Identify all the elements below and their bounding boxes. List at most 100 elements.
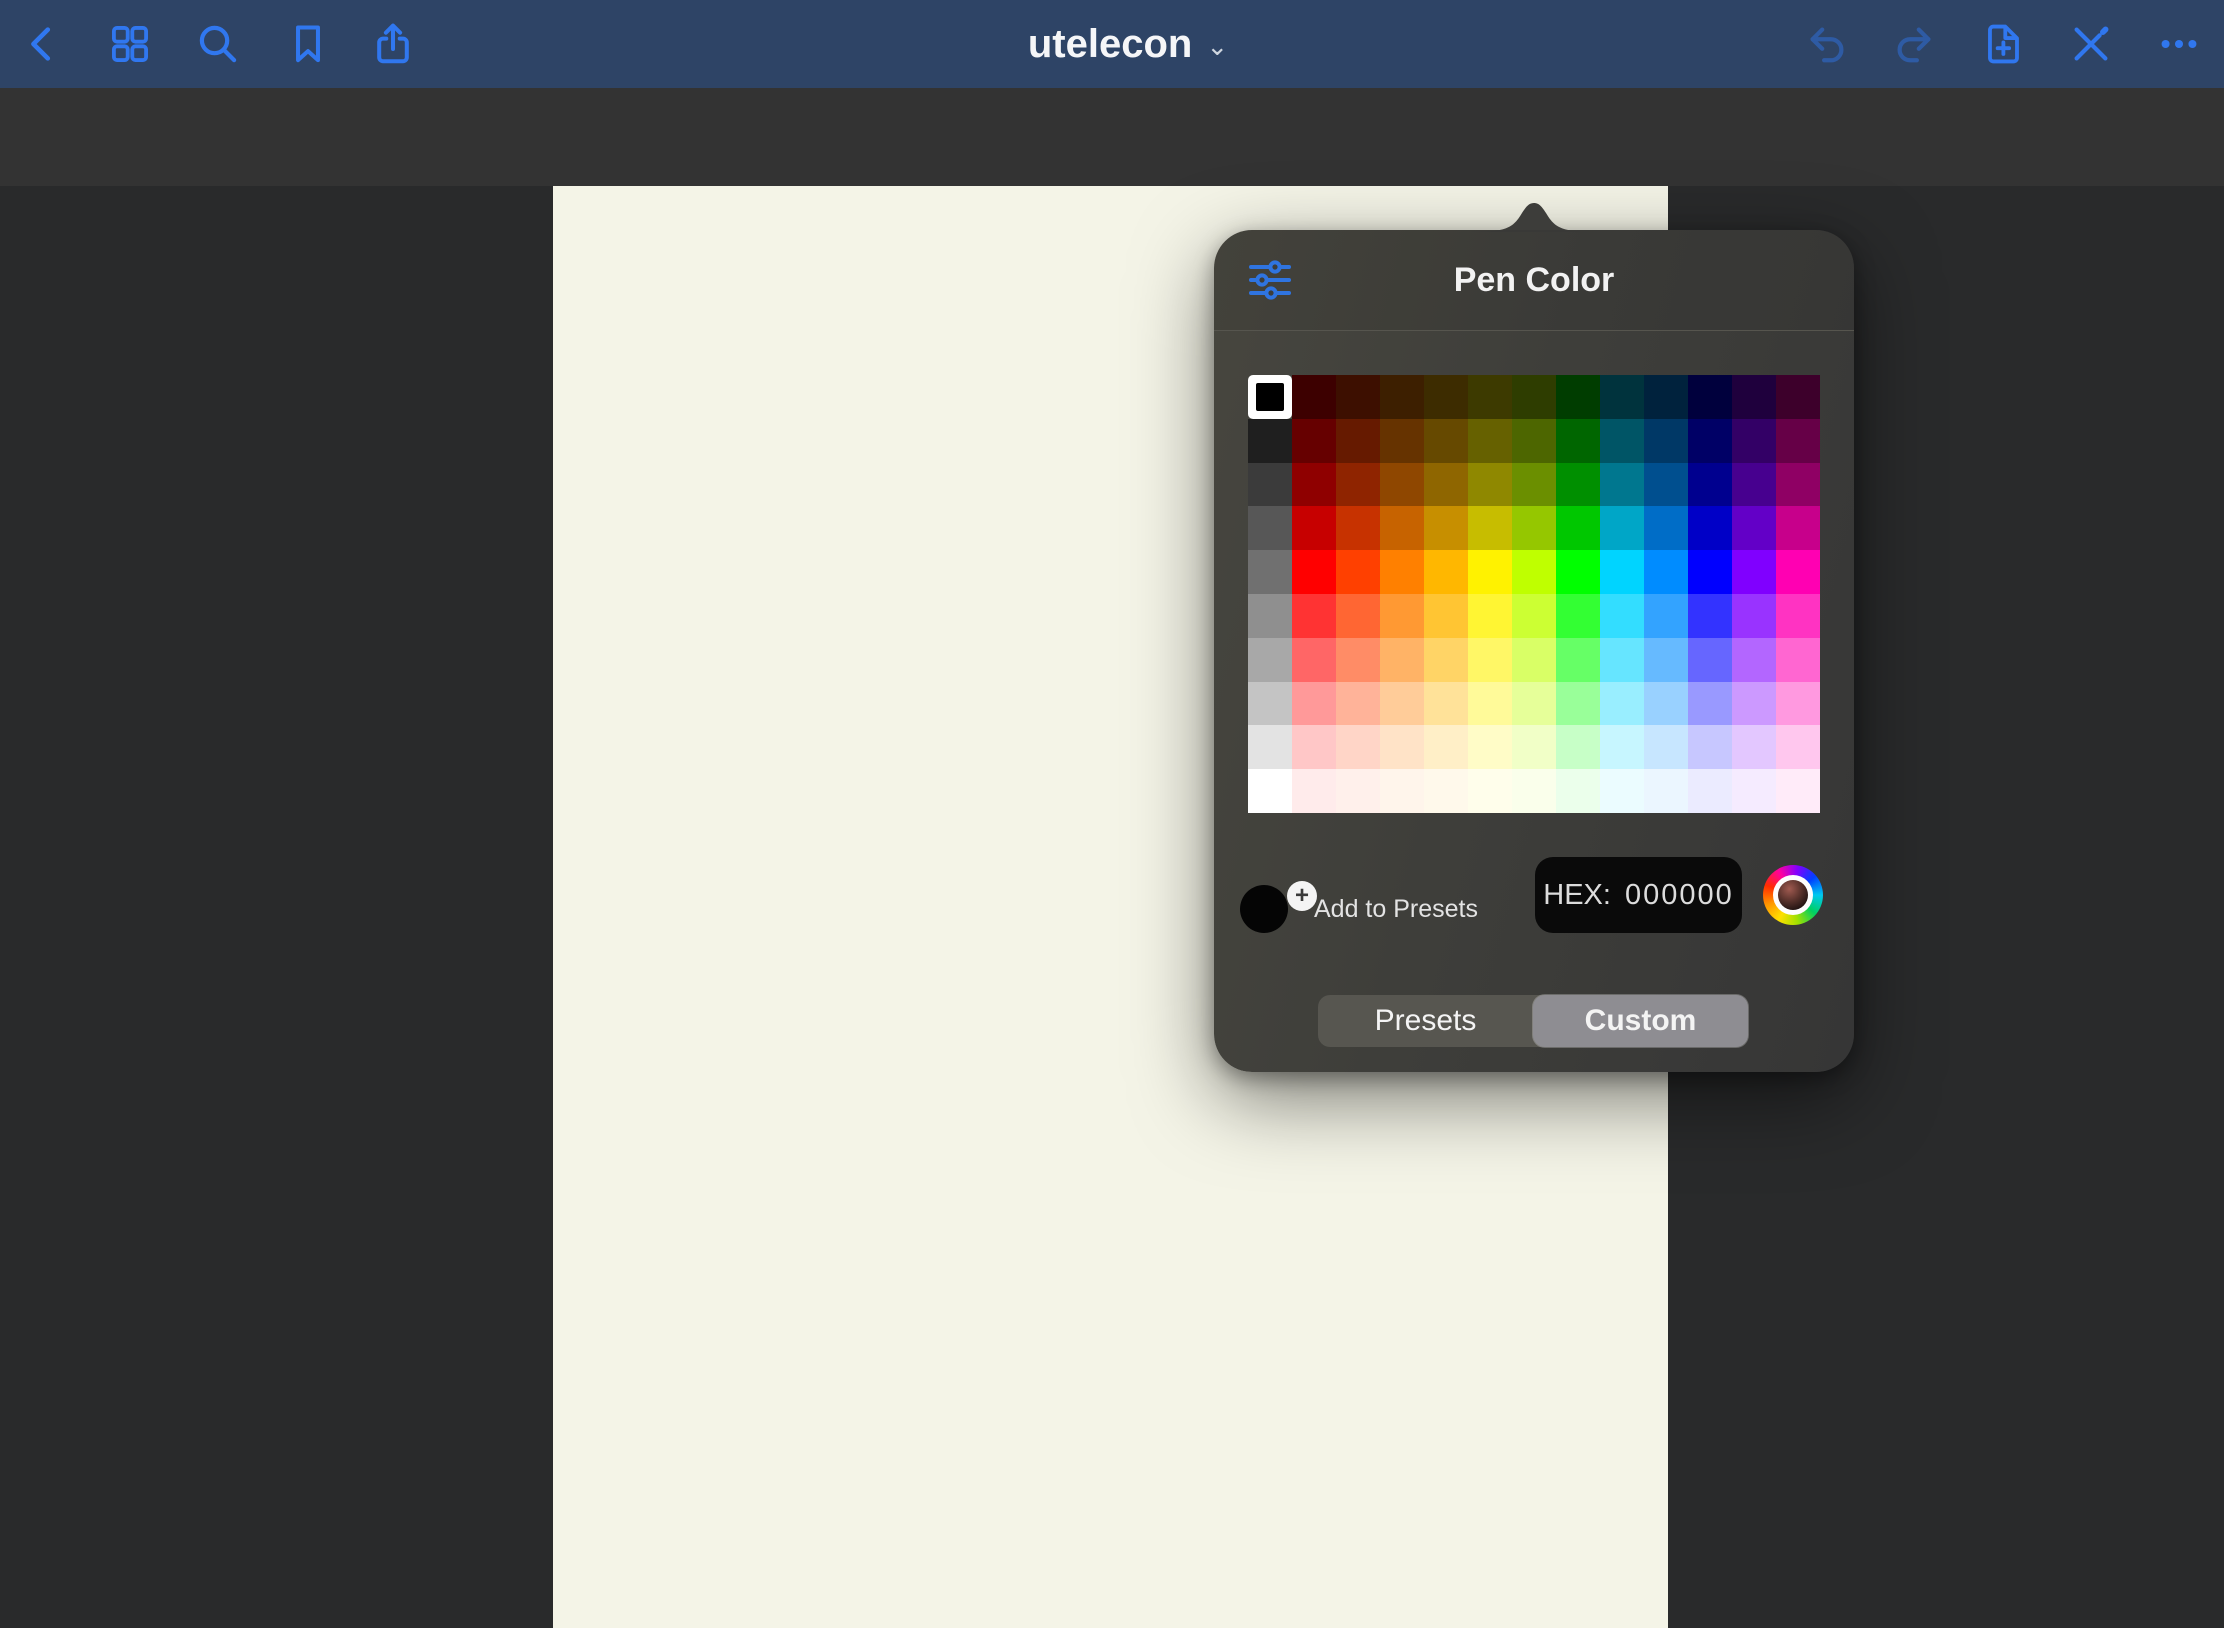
color-swatch[interactable]: [1556, 725, 1600, 769]
color-swatch[interactable]: [1424, 725, 1468, 769]
color-swatch[interactable]: [1424, 594, 1468, 638]
color-swatch[interactable]: [1600, 725, 1644, 769]
color-swatch[interactable]: [1600, 463, 1644, 507]
color-swatch[interactable]: [1512, 594, 1556, 638]
color-swatch[interactable]: [1600, 682, 1644, 726]
tab-presets[interactable]: Presets: [1318, 995, 1533, 1047]
color-swatch[interactable]: [1336, 769, 1380, 813]
color-swatch[interactable]: [1468, 550, 1512, 594]
color-swatch[interactable]: [1512, 463, 1556, 507]
color-swatch[interactable]: [1424, 506, 1468, 550]
color-swatch[interactable]: [1732, 375, 1776, 419]
color-swatch[interactable]: [1380, 682, 1424, 726]
color-swatch[interactable]: [1292, 594, 1336, 638]
color-swatch[interactable]: [1336, 550, 1380, 594]
color-swatch[interactable]: [1380, 506, 1424, 550]
color-swatch[interactable]: [1512, 725, 1556, 769]
color-swatch[interactable]: [1776, 419, 1820, 463]
undo-button[interactable]: [1804, 21, 1850, 67]
color-swatch[interactable]: [1556, 506, 1600, 550]
color-swatch[interactable]: [1688, 594, 1732, 638]
color-swatch[interactable]: [1292, 375, 1336, 419]
color-swatch[interactable]: [1468, 638, 1512, 682]
color-swatch[interactable]: [1468, 682, 1512, 726]
color-swatch[interactable]: [1732, 682, 1776, 726]
color-swatch[interactable]: [1424, 682, 1468, 726]
color-swatch[interactable]: [1644, 375, 1688, 419]
color-swatch[interactable]: [1556, 463, 1600, 507]
color-swatch[interactable]: [1248, 594, 1292, 638]
color-swatch[interactable]: [1776, 506, 1820, 550]
color-swatch[interactable]: [1380, 769, 1424, 813]
color-swatch[interactable]: [1556, 375, 1600, 419]
color-swatch[interactable]: [1468, 506, 1512, 550]
color-swatch[interactable]: [1292, 638, 1336, 682]
color-swatch[interactable]: [1512, 419, 1556, 463]
color-swatch[interactable]: [1556, 419, 1600, 463]
tab-custom[interactable]: Custom: [1533, 995, 1748, 1047]
color-swatch[interactable]: [1380, 419, 1424, 463]
color-swatch[interactable]: [1644, 682, 1688, 726]
color-swatch[interactable]: [1468, 375, 1512, 419]
color-swatch[interactable]: [1732, 419, 1776, 463]
color-swatch[interactable]: [1688, 682, 1732, 726]
stop-editing-button[interactable]: [2068, 21, 2114, 67]
search-button[interactable]: [195, 21, 241, 67]
color-swatch[interactable]: [1688, 463, 1732, 507]
color-swatch[interactable]: [1644, 550, 1688, 594]
color-swatch[interactable]: [1336, 463, 1380, 507]
color-swatch[interactable]: [1776, 769, 1820, 813]
bookmark-button[interactable]: [285, 21, 331, 67]
color-swatch[interactable]: [1336, 594, 1380, 638]
color-swatch[interactable]: [1644, 506, 1688, 550]
color-swatch[interactable]: [1776, 682, 1820, 726]
color-swatch[interactable]: [1556, 550, 1600, 594]
color-swatch[interactable]: [1600, 506, 1644, 550]
color-swatch[interactable]: [1336, 638, 1380, 682]
color-swatch[interactable]: [1248, 375, 1292, 419]
color-swatch[interactable]: [1556, 638, 1600, 682]
color-swatch[interactable]: [1556, 594, 1600, 638]
color-swatch[interactable]: [1644, 594, 1688, 638]
share-button[interactable]: [370, 21, 416, 67]
color-swatch[interactable]: [1688, 550, 1732, 594]
document-title-button[interactable]: utelecon ⌄: [1008, 0, 1248, 88]
color-swatch[interactable]: [1512, 682, 1556, 726]
hex-input[interactable]: HEX: 000000: [1535, 857, 1742, 933]
color-swatch[interactable]: [1776, 375, 1820, 419]
more-options-button[interactable]: [2156, 21, 2202, 67]
color-wheel-button[interactable]: [1763, 865, 1823, 925]
color-swatch[interactable]: [1380, 594, 1424, 638]
pen-settings-button[interactable]: [1244, 256, 1296, 304]
color-swatch[interactable]: [1688, 419, 1732, 463]
color-swatch[interactable]: [1468, 419, 1512, 463]
color-swatch[interactable]: [1336, 682, 1380, 726]
color-swatch[interactable]: [1556, 682, 1600, 726]
add-to-presets-label[interactable]: Add to Presets: [1314, 860, 1478, 958]
color-swatch[interactable]: [1248, 506, 1292, 550]
color-swatch[interactable]: [1336, 419, 1380, 463]
color-swatch[interactable]: [1776, 638, 1820, 682]
color-swatch[interactable]: [1292, 769, 1336, 813]
color-swatch[interactable]: [1644, 638, 1688, 682]
color-swatch[interactable]: [1600, 550, 1644, 594]
color-swatch[interactable]: [1468, 769, 1512, 813]
color-swatch[interactable]: [1512, 550, 1556, 594]
add-page-button[interactable]: [1980, 21, 2026, 67]
color-swatch[interactable]: [1424, 463, 1468, 507]
color-swatch[interactable]: [1336, 506, 1380, 550]
color-swatch[interactable]: [1468, 594, 1512, 638]
color-swatch[interactable]: [1732, 725, 1776, 769]
color-swatch[interactable]: [1688, 725, 1732, 769]
color-swatch[interactable]: [1600, 375, 1644, 419]
color-swatch[interactable]: [1468, 463, 1512, 507]
color-swatch[interactable]: [1600, 769, 1644, 813]
color-swatch[interactable]: [1688, 769, 1732, 813]
color-swatch[interactable]: [1424, 375, 1468, 419]
color-swatch[interactable]: [1248, 769, 1292, 813]
color-swatch[interactable]: [1248, 725, 1292, 769]
color-swatch[interactable]: [1380, 463, 1424, 507]
color-swatch[interactable]: [1644, 769, 1688, 813]
color-swatch[interactable]: [1380, 638, 1424, 682]
plus-badge-icon[interactable]: +: [1287, 881, 1317, 911]
